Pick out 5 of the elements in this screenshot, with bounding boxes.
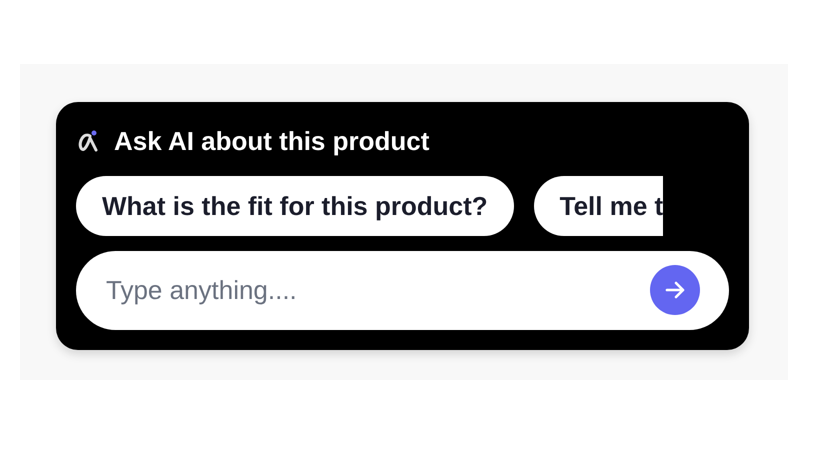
suggestion-chip[interactable]: Tell me t [534,176,664,236]
card-title: Ask AI about this product [114,126,430,156]
ai-logo-icon [76,128,100,154]
message-input[interactable]: Type anything.... [76,251,729,330]
suggestion-chip[interactable]: What is the fit for this product? [76,176,514,236]
